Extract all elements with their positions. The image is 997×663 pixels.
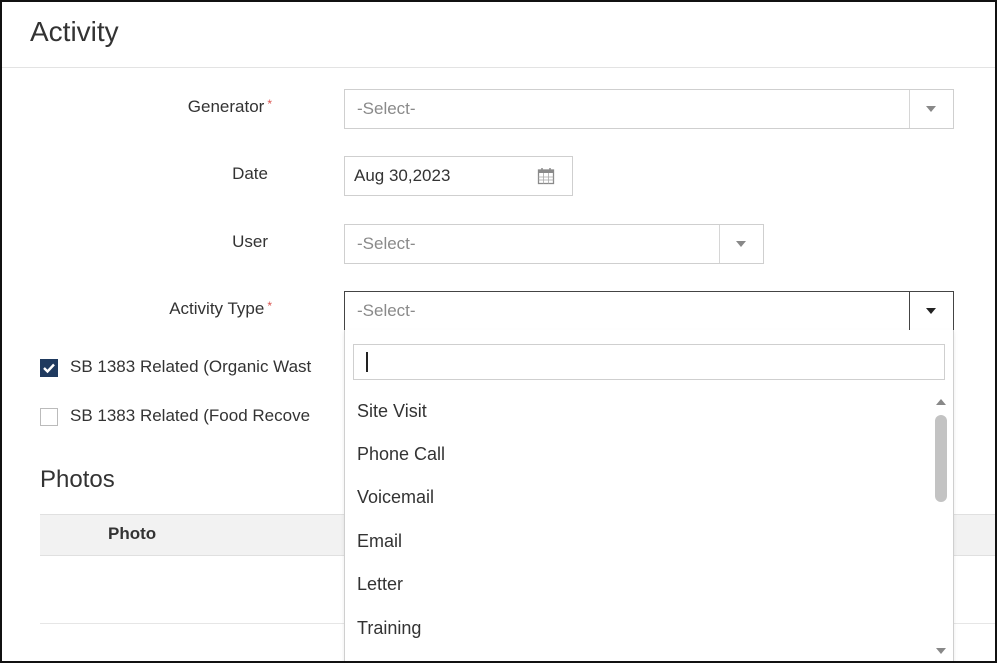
user-dropdown-toggle[interactable] bbox=[719, 225, 763, 263]
photos-section-title: Photos bbox=[40, 466, 115, 493]
generator-label: Generator * bbox=[52, 97, 272, 117]
option-site-visit[interactable]: Site Visit bbox=[357, 401, 427, 422]
generator-select[interactable]: -Select- bbox=[344, 89, 954, 129]
sb1383-organic-label: SB 1383 Related (Organic Wast bbox=[70, 357, 312, 376]
date-field[interactable]: Aug 30,2023 bbox=[344, 156, 573, 196]
option-phone-call[interactable]: Phone Call bbox=[357, 444, 445, 465]
dropdown-search-input[interactable] bbox=[353, 344, 945, 380]
user-select[interactable]: -Select- bbox=[344, 224, 764, 264]
option-email[interactable]: Email bbox=[357, 531, 402, 552]
activity-type-label: Activity Type * bbox=[52, 299, 272, 319]
text-cursor bbox=[366, 352, 368, 372]
header: Activity bbox=[2, 2, 995, 68]
activity-type-select-value: -Select- bbox=[357, 301, 416, 320]
activity-type-select[interactable]: -Select- bbox=[344, 291, 954, 331]
chevron-down-icon bbox=[736, 241, 746, 247]
date-label: Date bbox=[232, 164, 268, 183]
generator-select-value: -Select- bbox=[357, 99, 416, 118]
required-marker: * bbox=[267, 97, 272, 111]
activity-type-label-text: Activity Type bbox=[169, 299, 265, 318]
sb1383-organic-checkbox[interactable] bbox=[40, 359, 58, 377]
sb1383-food-recovery-label: SB 1383 Related (Food Recove bbox=[70, 406, 311, 425]
dropdown-scrollbar-thumb[interactable] bbox=[935, 415, 947, 502]
user-select-value: -Select- bbox=[357, 234, 416, 253]
photo-column-header: Photo bbox=[108, 524, 157, 543]
activity-window: Activity Generator * -Select- Date Aug 30… bbox=[0, 0, 997, 663]
required-marker: * bbox=[267, 299, 272, 313]
activity-type-dropdown: Site Visit Phone Call Voicemail Email Le… bbox=[344, 330, 954, 661]
date-value: Aug 30,2023 bbox=[354, 166, 451, 185]
chevron-down-icon bbox=[926, 308, 936, 314]
sb1383-food-recovery-checkbox[interactable] bbox=[40, 408, 58, 426]
page-title: Activity bbox=[30, 16, 119, 47]
option-letter[interactable]: Letter bbox=[357, 574, 403, 595]
scroll-up-icon[interactable] bbox=[936, 399, 946, 405]
option-training[interactable]: Training bbox=[357, 618, 421, 639]
generator-label-text: Generator bbox=[187, 97, 265, 116]
activity-type-dropdown-toggle[interactable] bbox=[909, 292, 953, 330]
scroll-down-icon[interactable] bbox=[936, 648, 946, 654]
chevron-down-icon bbox=[926, 106, 936, 112]
generator-dropdown-toggle[interactable] bbox=[909, 90, 953, 128]
option-voicemail[interactable]: Voicemail bbox=[357, 487, 434, 508]
checkmark-icon bbox=[43, 363, 55, 374]
user-label: User bbox=[232, 232, 268, 251]
calendar-icon[interactable] bbox=[537, 167, 555, 185]
